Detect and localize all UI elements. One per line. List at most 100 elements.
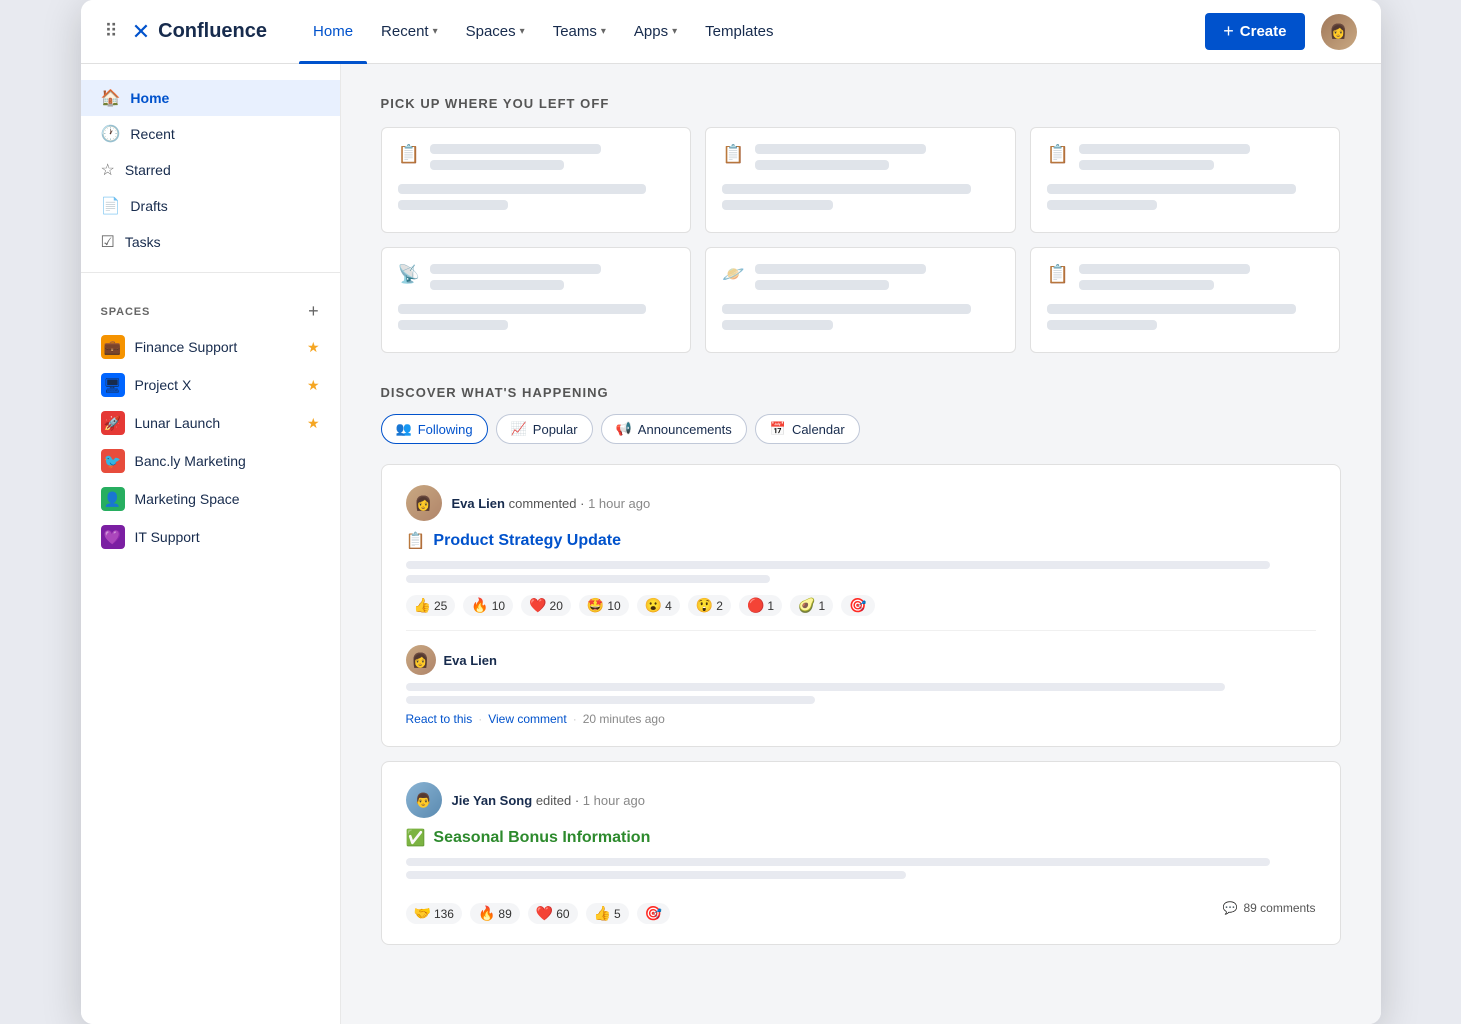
comment-bubble-icon: 💬 bbox=[1223, 901, 1238, 915]
reaction-thumbsup[interactable]: 👍25 bbox=[406, 595, 456, 616]
reaction-fire[interactable]: 🔥89 bbox=[470, 903, 520, 924]
page-link-product-strategy[interactable]: 📋 Product Strategy Update bbox=[406, 531, 1316, 551]
avatar-image: 👨 bbox=[406, 782, 442, 818]
recent-card[interactable]: 📋 bbox=[381, 127, 692, 233]
sidebar-item-home[interactable]: 🏠 Home bbox=[81, 80, 340, 116]
card-lines bbox=[755, 264, 999, 296]
star-icon: ☆ bbox=[101, 160, 115, 180]
user-avatar[interactable]: 👩 bbox=[1321, 14, 1357, 50]
sidebar-item-recent[interactable]: 🕐 Recent bbox=[81, 116, 340, 152]
sidebar-item-starred[interactable]: ☆ Starred bbox=[81, 152, 340, 188]
announcements-icon: 📢 bbox=[616, 421, 632, 437]
planet-icon: 🪐 bbox=[722, 264, 744, 285]
skeleton-line bbox=[722, 184, 971, 194]
discover-title: DISCOVER WHAT'S HAPPENING bbox=[381, 385, 1341, 400]
recent-card[interactable]: 📡 bbox=[381, 247, 692, 353]
space-icon-lunar: 🚀 bbox=[101, 411, 125, 435]
popular-icon: 📈 bbox=[511, 421, 527, 437]
reaction-fire[interactable]: 🔥10 bbox=[463, 595, 513, 616]
pickup-title: PICK UP WHERE YOU LEFT OFF bbox=[381, 96, 1341, 111]
reactions-row-2: 🤝136 🔥89 ❤️60 👍5 🎯 💬 89 comments bbox=[406, 891, 1316, 924]
nav-recent[interactable]: Recent ▾ bbox=[367, 0, 452, 64]
tab-popular[interactable]: 📈 Popular bbox=[496, 414, 593, 444]
tab-following[interactable]: 👥 Following bbox=[381, 414, 488, 444]
sidebar-item-tasks[interactable]: ☑ Tasks bbox=[81, 224, 340, 260]
sidebar-item-drafts[interactable]: 📄 Drafts bbox=[81, 188, 340, 224]
space-item-lunar[interactable]: 🚀 Lunar Launch ★ bbox=[81, 404, 340, 442]
main-layout: 🏠 Home 🕐 Recent ☆ Starred 📄 Drafts ☑ Tas… bbox=[81, 64, 1381, 1024]
comment-body bbox=[406, 683, 1316, 704]
header: ⠿ ✕ Confluence Home Recent ▾ Spaces ▾ Te… bbox=[81, 0, 1381, 64]
create-button[interactable]: + Create bbox=[1205, 13, 1304, 50]
space-item-projectx[interactable]: 🖥 Project X ★ bbox=[81, 366, 340, 404]
reaction-red[interactable]: 🔴1 bbox=[739, 595, 782, 616]
skeleton-line bbox=[1079, 144, 1250, 154]
nav-templates[interactable]: Templates bbox=[691, 0, 787, 64]
activity-meta: Eva Lien commented · 1 hour ago bbox=[452, 496, 651, 511]
skeleton-line bbox=[406, 561, 1271, 569]
starred-icon: ★ bbox=[307, 339, 320, 356]
reaction-target[interactable]: 🎯 bbox=[637, 903, 670, 924]
view-comment-link[interactable]: View comment bbox=[488, 712, 566, 726]
nav-teams[interactable]: Teams ▾ bbox=[539, 0, 620, 64]
card-header: 📋 bbox=[722, 144, 999, 176]
logo-text: Confluence bbox=[158, 20, 267, 43]
starred-icon: ★ bbox=[307, 415, 320, 432]
skeleton-line bbox=[430, 160, 564, 170]
chevron-down-icon: ▾ bbox=[601, 26, 606, 37]
comment-user-avatar: 👩 bbox=[406, 645, 436, 675]
react-to-this-link[interactable]: React to this bbox=[406, 712, 473, 726]
nav-spaces[interactable]: Spaces ▾ bbox=[452, 0, 539, 64]
recent-card[interactable]: 📋 bbox=[1030, 127, 1341, 233]
card-header: 📡 bbox=[398, 264, 675, 296]
grid-icon[interactable]: ⠿ bbox=[105, 21, 118, 42]
reaction-hushed[interactable]: 😲2 bbox=[688, 595, 731, 616]
reaction-shocked[interactable]: 😮4 bbox=[637, 595, 680, 616]
skeleton-line bbox=[722, 320, 833, 330]
document-icon: ✅ bbox=[406, 828, 426, 848]
card-lines bbox=[430, 144, 674, 176]
skeleton-line bbox=[1047, 320, 1158, 330]
skeleton-line bbox=[406, 575, 770, 583]
reaction-target[interactable]: 🎯 bbox=[841, 595, 874, 616]
main-content: PICK UP WHERE YOU LEFT OFF 📋 bbox=[341, 64, 1381, 1024]
reaction-handshake[interactable]: 🤝136 bbox=[406, 903, 462, 924]
document-icon: 📋 bbox=[398, 144, 420, 165]
avatar-image: 👩 bbox=[1321, 14, 1357, 50]
activity-header: 👩 Eva Lien commented · 1 hour ago bbox=[406, 485, 1316, 521]
space-item-it[interactable]: 💜 IT Support bbox=[81, 518, 340, 556]
reaction-heart[interactable]: ❤️20 bbox=[521, 595, 571, 616]
spaces-section-title: SPACES + bbox=[81, 285, 340, 328]
skeleton-line bbox=[1079, 160, 1213, 170]
recent-card[interactable]: 📋 bbox=[705, 127, 1016, 233]
recent-card[interactable]: 🪐 bbox=[705, 247, 1016, 353]
nav-home[interactable]: Home bbox=[299, 0, 367, 64]
skeleton-line bbox=[755, 160, 889, 170]
chevron-down-icon: ▾ bbox=[672, 26, 677, 37]
skeleton-line bbox=[430, 280, 564, 290]
reaction-avocado[interactable]: 🥑1 bbox=[790, 595, 833, 616]
reaction-heart[interactable]: ❤️60 bbox=[528, 903, 578, 924]
tab-calendar[interactable]: 📅 Calendar bbox=[755, 414, 860, 444]
add-space-button[interactable]: + bbox=[308, 301, 319, 322]
card-header: 📋 bbox=[1047, 264, 1324, 296]
space-item-bancly[interactable]: 🐦 Banc.ly Marketing bbox=[81, 442, 340, 480]
chevron-down-icon: ▾ bbox=[520, 26, 525, 37]
skeleton-line bbox=[398, 304, 647, 314]
comment-header: 👩 Eva Lien bbox=[406, 645, 1316, 675]
reactions: 🤝136 🔥89 ❤️60 👍5 🎯 bbox=[406, 903, 671, 924]
card-header: 📋 bbox=[398, 144, 675, 176]
tab-announcements[interactable]: 📢 Announcements bbox=[601, 414, 747, 444]
reaction-wow[interactable]: 🤩10 bbox=[579, 595, 629, 616]
space-item-finance[interactable]: 💼 Finance Support ★ bbox=[81, 328, 340, 366]
skeleton-line bbox=[1047, 304, 1296, 314]
space-item-marketing[interactable]: 👤 Marketing Space bbox=[81, 480, 340, 518]
space-icon-it: 💜 bbox=[101, 525, 125, 549]
comments-count[interactable]: 💬 89 comments bbox=[1223, 901, 1316, 915]
recent-card[interactable]: 📋 bbox=[1030, 247, 1341, 353]
skeleton-line bbox=[755, 144, 926, 154]
nav-apps[interactable]: Apps ▾ bbox=[620, 0, 691, 64]
reaction-thumbsup[interactable]: 👍5 bbox=[586, 903, 629, 924]
space-icon-bancly: 🐦 bbox=[101, 449, 125, 473]
page-link-seasonal-bonus[interactable]: ✅ Seasonal Bonus Information bbox=[406, 828, 1316, 848]
